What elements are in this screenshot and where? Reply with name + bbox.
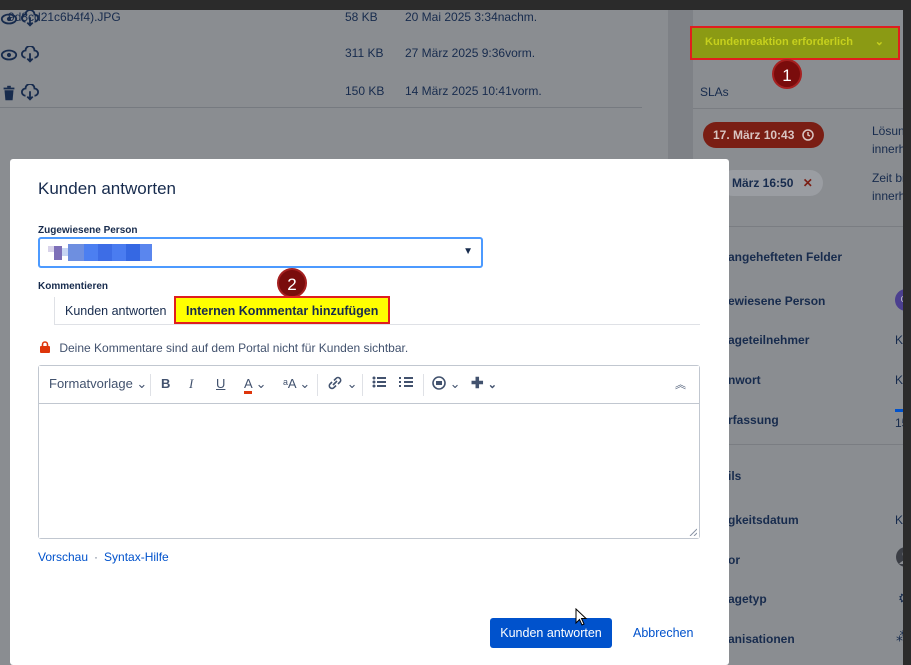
assignee-label: Zugewiesene Person [38, 225, 138, 236]
scrollbar[interactable] [903, 10, 911, 665]
reply-dialog: Kunden antworten Zugewiesene Person ▼ 2 … [10, 159, 729, 665]
cloud-download-icon[interactable] [21, 83, 40, 102]
status-label: Kundenreaktion erforderlich [705, 36, 853, 48]
field-label-due: gkeitsdatum [728, 513, 799, 527]
attachment-size: 150 KB [345, 84, 385, 98]
sla-desc: innerh [872, 142, 906, 156]
status-transition-button[interactable]: Kundenreaktion erforderlich ⌄ [696, 32, 894, 54]
emoji-button[interactable]: ⌄ [432, 376, 461, 392]
syntax-help-link[interactable]: Syntax-Hilfe [104, 550, 169, 564]
sla-time: März 16:50 [732, 176, 794, 190]
bold-button[interactable]: B [161, 376, 170, 391]
attachment-name[interactable]: 9d8cd21c6b4f4).JPG [8, 10, 121, 24]
divider [317, 374, 318, 396]
text-color-label: A [244, 376, 252, 394]
more-formatting-button[interactable]: ᵃA ⌄ [283, 376, 310, 392]
divider [693, 108, 911, 109]
cloud-download-icon[interactable] [21, 45, 40, 64]
divider [362, 374, 363, 396]
clock-icon [801, 129, 814, 141]
lock-icon [40, 341, 50, 353]
attachment-row[interactable]: 150 KB 14 März 2025 10:41vorm. [0, 83, 642, 116]
bullet-list-icon [372, 376, 386, 388]
submit-reply-button[interactable]: Kunden antworten [490, 618, 612, 648]
link-button[interactable]: ⌄ [327, 376, 358, 392]
assignee-select[interactable]: ▼ [38, 237, 483, 268]
insert-more-button[interactable]: ✚ ⌄ [471, 374, 497, 392]
numbered-list-button[interactable] [399, 376, 413, 391]
underline-button[interactable]: U [216, 376, 225, 391]
field-label-answer: nwort [728, 373, 761, 387]
comment-editor: Formatvorlage ⌄ B I U A ⌄ ᵃA ⌄ ⌄ ⌄ ✚ ⌄ ︽ [38, 365, 700, 539]
close-icon: ✕ [802, 176, 813, 190]
tab-reply-customer[interactable]: Kunden antworten [54, 297, 176, 324]
sla-desc: innerh [872, 189, 906, 203]
sla-badge-breached: 17. März 10:43 [703, 122, 824, 148]
text-style-dropdown[interactable]: Formatvorlage ⌄ [49, 376, 147, 392]
resize-handle-icon[interactable] [689, 528, 697, 536]
sla-desc: Zeit bi [872, 171, 905, 185]
italic-button[interactable]: I [189, 376, 193, 392]
field-label-capture: rfassung [728, 413, 779, 427]
text-style-label: Formatvorlage [49, 376, 133, 391]
details-heading: ils [728, 469, 742, 483]
pinned-fields-heading: angehefteten Felder [728, 250, 843, 264]
trash-icon[interactable] [0, 84, 18, 102]
attachment-size: 311 KB [345, 46, 384, 60]
step-marker-1: 1 [772, 59, 802, 89]
field-label-type: agetyp [728, 592, 767, 606]
comment-textarea[interactable] [39, 404, 699, 538]
field-label-orgs: anisationen [728, 632, 795, 646]
collapse-toolbar-button[interactable]: ︽ [675, 376, 686, 392]
internal-note: Deine Kommentare sind auf dem Portal nic… [40, 341, 408, 355]
tab-internal-comment[interactable]: Internen Kommentar hinzufügen [174, 296, 391, 324]
field-label-assignee: ewiesene Person [728, 294, 826, 308]
internal-note-text: Deine Kommentare sind auf dem Portal nic… [59, 341, 409, 355]
cancel-button[interactable]: Abbrechen [633, 626, 693, 640]
attachment-row[interactable]: 9d8cd21c6b4f4).JPG 58 KB 20 Mai 2025 3:3… [0, 9, 642, 42]
comments-label: Kommentieren [38, 281, 109, 292]
sla-time: 17. März 10:43 [713, 128, 795, 142]
attachment-size: 58 KB [345, 10, 378, 24]
eye-icon[interactable] [0, 46, 18, 64]
divider [150, 374, 151, 396]
emoji-icon [432, 376, 446, 390]
attachment-date: 20 Mai 2025 3:34nachm. [405, 10, 538, 24]
attachment-date: 14 März 2025 10:41vorm. [405, 84, 542, 98]
field-label-reporter: or [728, 553, 740, 567]
chevron-down-icon: ⌄ [874, 36, 884, 48]
sla-badge: März 16:50 ✕ [720, 170, 823, 196]
link-icon [328, 376, 342, 390]
status-highlight: Kundenreaktion erforderlich ⌄ [690, 26, 900, 60]
preview-link[interactable]: Vorschau [38, 550, 88, 564]
attachment-date: 27 März 2025 9:36vorm. [405, 46, 536, 60]
more-formatting-label: ᵃA [283, 376, 296, 391]
slas-heading: SLAs [700, 85, 729, 99]
step-marker-2: 2 [277, 268, 307, 298]
separator-dot: · [94, 550, 99, 564]
divider [423, 374, 424, 396]
top-strip [0, 0, 911, 10]
redacted-name [48, 244, 152, 261]
text-color-button[interactable]: A ⌄ [244, 376, 266, 394]
editor-toolbar: Formatvorlage ⌄ B I U A ⌄ ᵃA ⌄ ⌄ ⌄ ✚ ⌄ ︽ [39, 366, 699, 404]
bullet-list-button[interactable] [372, 376, 386, 391]
divider [0, 107, 642, 108]
dialog-title: Kunden antworten [38, 179, 176, 198]
editor-links: Vorschau · Syntax-Hilfe [38, 550, 173, 564]
field-label-participants: ageteilnehmer [728, 333, 810, 347]
chevron-down-icon: ▼ [463, 246, 473, 257]
numbered-list-icon [399, 377, 413, 387]
comment-tabs: Kunden antworten Internen Kommentar hinz… [54, 296, 700, 325]
attachment-row[interactable]: 311 KB 27 März 2025 9:36vorm. [0, 45, 642, 78]
mouse-cursor-icon [575, 608, 588, 626]
